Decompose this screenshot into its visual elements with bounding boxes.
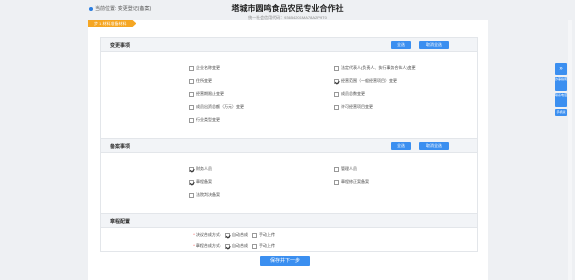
select-all-button[interactable]: 全选 (391, 41, 411, 49)
filing-items-section: 备案事项 全选 取消全选 财务人员 管理人员 章程备案 章程修正案备案 法院判决… (100, 138, 478, 214)
checkbox-checked[interactable] (225, 243, 230, 249)
change-item[interactable]: 经营范围（一般经营项目）变更 (334, 78, 397, 84)
change-item[interactable]: 成员出资总额（万元）变更 (189, 104, 244, 110)
change-item[interactable]: 法定代表人(负责人、执行事务合伙人)变更 (334, 65, 416, 71)
phone-button[interactable]: 联系电话 (555, 93, 567, 107)
checkbox[interactable] (334, 65, 339, 71)
change-item[interactable]: 住所变更 (189, 78, 212, 84)
charter-config-section: 章程配置 * 决议合成方式: 自动合成 手动上传 * 章程合成方式: 自动合成 … (100, 213, 478, 252)
checkbox[interactable] (334, 91, 339, 97)
save-and-next-button[interactable]: 保存并下一步 (260, 256, 310, 266)
checkbox[interactable] (334, 104, 339, 110)
checkbox-checked[interactable] (189, 166, 194, 172)
change-item[interactable]: 企业名称变更 (189, 65, 220, 71)
checkbox[interactable] (189, 104, 194, 110)
checkbox[interactable] (252, 243, 257, 249)
manual-upload-radio[interactable]: 手动上传 (252, 232, 275, 238)
cancel-all-button[interactable]: 取消全选 (419, 142, 449, 150)
collapse-arrow-icon[interactable]: » (555, 63, 567, 75)
filing-item[interactable]: 管理人员 (334, 166, 357, 172)
filing-item[interactable]: 法院判决备案 (189, 192, 220, 198)
section-header: 章程配置 (101, 214, 477, 228)
scrollbar[interactable] (568, 20, 572, 280)
top-bar: 当前位置: 变更登记(备案) 塔城市圆鸣食品农民专业合作社 统一社会信用代码：9… (0, 0, 575, 20)
change-item[interactable]: 许可经营项目变更 (334, 104, 373, 110)
checkbox-checked[interactable] (189, 179, 194, 185)
charter-method-label: * 章程合成方式: (193, 243, 221, 248)
company-name: 塔城市圆鸣食品农民专业合作社 (231, 4, 344, 13)
section-title: 备案事项 (110, 144, 131, 150)
main-panel: 步 1 材料准备材料 变更事项 全选 取消全选 企业名称变更 法定代表人(负责人… (88, 20, 488, 280)
checkbox[interactable] (334, 179, 339, 185)
select-all-button[interactable]: 全选 (391, 142, 411, 150)
filing-item[interactable]: 章程修正案备案 (334, 179, 369, 185)
manual-upload-radio[interactable]: 手动上传 (252, 243, 275, 249)
resolution-method-label: * 决议合成方式: (193, 232, 221, 237)
section-title: 变更事项 (110, 43, 131, 49)
change-item[interactable]: 行业类型变更 (189, 117, 220, 123)
checkbox[interactable] (189, 65, 194, 71)
change-item[interactable]: 经营期限止变更 (189, 91, 224, 97)
step-indicator: 步 1 材料准备材料 (88, 20, 137, 27)
cancel-all-button[interactable]: 取消全选 (419, 41, 449, 49)
checkbox-checked[interactable] (334, 78, 339, 84)
checkbox[interactable] (189, 117, 194, 123)
checkbox[interactable] (189, 91, 194, 97)
auto-generate-radio[interactable]: 自动合成 (225, 232, 248, 238)
checkbox[interactable] (252, 232, 257, 238)
section-title: 章程配置 (110, 219, 131, 225)
company-header: 塔城市圆鸣食品农民专业合作社 统一社会信用代码：93654201MA78A2P9… (0, 3, 575, 21)
checkbox[interactable] (189, 192, 194, 198)
filing-item[interactable]: 财务人员 (189, 166, 212, 172)
mobile-button[interactable]: 手机版 (555, 109, 567, 116)
change-item[interactable]: 成员总数变更 (334, 91, 365, 97)
checkbox[interactable] (334, 166, 339, 172)
auto-generate-radio[interactable]: 自动合成 (225, 243, 248, 249)
checkbox[interactable] (189, 78, 194, 84)
checkbox-checked[interactable] (225, 232, 230, 238)
section-header: 备案事项 全选 取消全选 (101, 139, 477, 153)
guide-button[interactable]: 办事指南 (555, 77, 567, 91)
change-items-section: 变更事项 全选 取消全选 企业名称变更 法定代表人(负责人、执行事务合伙人)变更… (100, 37, 478, 144)
section-header: 变更事项 全选 取消全选 (101, 38, 477, 52)
filing-item[interactable]: 章程备案 (189, 179, 212, 185)
